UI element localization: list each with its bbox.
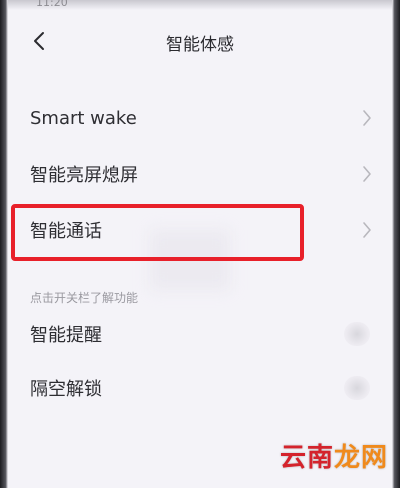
page-title: 智能体感 xyxy=(166,35,234,55)
phone-bezel-right xyxy=(392,0,400,488)
watermark-logo: 云南龙网 xyxy=(279,443,388,473)
setting-label: Smart wake xyxy=(30,107,137,129)
chevron-right-icon xyxy=(363,166,371,182)
settings-screen: 11:20 智能体感 Smart wake 智能亮屏熄屏 智能通话 点击开关栏了… xyxy=(0,0,400,488)
setting-row-smart-call[interactable]: 智能通话 xyxy=(0,208,400,252)
setting-label: 隔空解锁 xyxy=(30,379,102,400)
setting-row-smart-wake[interactable]: Smart wake xyxy=(0,96,400,140)
chevron-right-icon xyxy=(363,110,371,126)
header: 智能体感 xyxy=(0,22,400,62)
chevron-right-icon xyxy=(363,222,371,238)
setting-row-smart-screen[interactable]: 智能亮屏熄屏 xyxy=(0,152,400,196)
toggle-switch[interactable] xyxy=(344,376,370,400)
toggle-switch[interactable] xyxy=(344,322,370,346)
status-bar: 11:20 xyxy=(8,0,392,10)
setting-label: 智能提醒 xyxy=(30,325,102,346)
section-hint: 点击开关栏了解功能 xyxy=(30,291,139,305)
status-time: 11:20 xyxy=(36,0,68,9)
setting-row-air-unlock[interactable]: 隔空解锁 xyxy=(0,366,400,410)
setting-label: 智能通话 xyxy=(30,221,102,242)
phone-bezel-left xyxy=(0,0,8,488)
setting-row-smart-reminder[interactable]: 智能提醒 xyxy=(0,312,400,356)
setting-label: 智能亮屏熄屏 xyxy=(30,165,138,186)
